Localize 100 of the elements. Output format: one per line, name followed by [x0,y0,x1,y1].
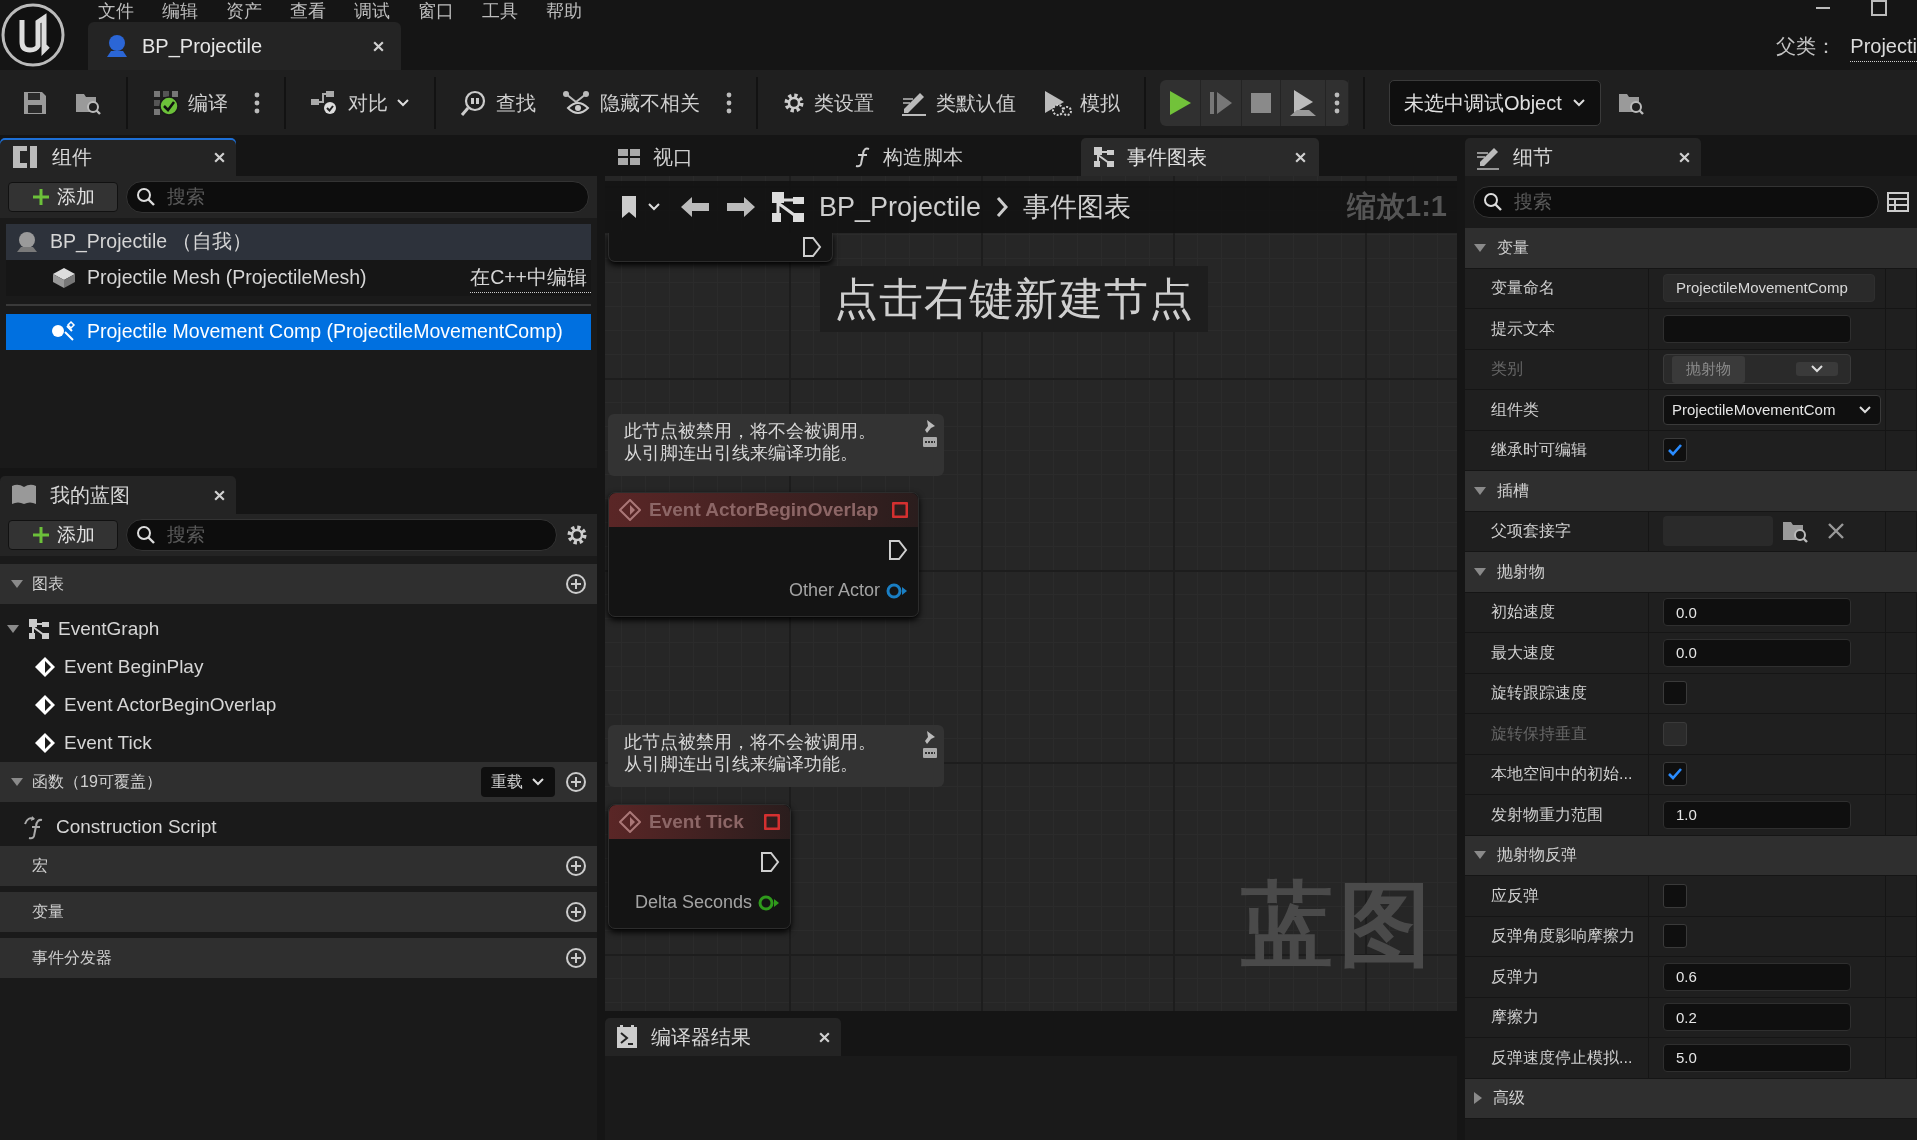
input-field[interactable]: 0.6 [1663,962,1851,991]
panel-tab[interactable]: 组件 [0,138,236,176]
input-field[interactable]: 0.0 [1663,598,1851,627]
add-circle-icon[interactable] [565,947,587,969]
back-arrow-icon[interactable] [679,195,711,219]
tree-item[interactable]: Construction Script [0,808,597,846]
input-field[interactable]: 1.0 [1663,800,1851,829]
menu-item[interactable]: 调试 [354,1,418,21]
find-button[interactable]: 查找 [450,83,546,122]
add-circle-icon[interactable] [565,855,587,877]
close-icon[interactable] [818,1030,831,1044]
tree-row[interactable]: Projectile Mesh (ProjectileMesh) 在C++中编辑 [6,260,591,296]
forward-arrow-icon[interactable] [725,195,757,219]
close-icon[interactable] [213,150,226,164]
editor-tab[interactable]: 构造脚本 [843,138,1081,176]
add-circle-icon[interactable] [565,771,587,793]
breadcrumb-link[interactable]: 事件图表 [1023,186,1132,228]
graph-node[interactable] [608,233,833,262]
expand-arrow-icon[interactable] [1473,566,1487,577]
close-icon[interactable] [1678,150,1691,164]
simulate-button[interactable]: 模拟 [1032,83,1130,122]
menu-item[interactable]: 编辑 [162,1,226,21]
expand-arrow-icon[interactable] [6,624,20,634]
document-tab[interactable]: BP_Projectile [88,22,401,70]
expand-arrow-icon[interactable] [1473,485,1487,496]
exec-pin-icon[interactable] [888,539,908,561]
more-icon [1334,90,1340,115]
class-defaults-button[interactable]: 类默认值 [890,83,1026,122]
search-icon [136,525,156,545]
tree-item[interactable]: Event Tick [0,724,597,762]
exec-pin-icon[interactable] [802,236,822,258]
property-label: 类别 [1491,359,1523,380]
menu-item[interactable]: 资产 [226,1,290,21]
tree-item[interactable]: Event BeginPlay [0,648,597,686]
close-icon[interactable] [372,39,385,53]
debug-object-dropdown[interactable]: 未选中调试Object [1389,79,1601,126]
find-icon [460,88,488,117]
settings-icon[interactable] [565,523,589,547]
pin-icon[interactable] [922,418,938,448]
panel-tab[interactable]: 细节 [1465,138,1701,176]
class-settings-button[interactable]: 类设置 [772,83,884,122]
expand-arrow-icon[interactable] [1473,850,1487,861]
panel-tab[interactable]: 我的蓝图 [0,476,236,514]
event-icon [619,811,641,833]
menu-item[interactable]: 窗口 [418,1,482,21]
table-view-icon[interactable] [1887,192,1909,212]
edit-in-cpp-link[interactable]: 在C++中编辑 [470,262,591,294]
expand-arrow-icon[interactable] [10,777,24,787]
input-field[interactable] [1663,314,1851,343]
tree-item[interactable]: EventGraph [0,610,597,648]
section-title: 宏 [32,856,48,876]
compile-button[interactable]: 编译 [142,83,238,122]
parent-class-link[interactable]: Projecti [1850,31,1917,62]
clear-icon[interactable] [1827,522,1845,541]
search-field[interactable]: 搜索 [1473,186,1879,218]
expand-arrow-icon[interactable] [1473,242,1487,253]
add-button[interactable]: 添加 [8,182,118,212]
property-label: 反弹力 [1491,966,1539,987]
tree-item[interactable]: Event ActorBeginOverlap [0,686,597,724]
property-label: 本地空间中的初始... [1491,764,1633,785]
panel-tab[interactable]: 编译器结果 [605,1018,841,1056]
add-button[interactable]: 添加 [8,520,118,550]
graph-icon[interactable] [771,191,805,223]
close-icon[interactable] [213,488,226,502]
checkbox[interactable] [1663,762,1687,787]
checkbox[interactable] [1663,924,1687,949]
tree-row[interactable]: Projectile Movement Comp (ProjectileMovementComp) [6,314,591,350]
section-title: 高级 [1493,1088,1525,1109]
input-field[interactable]: 0.0 [1663,638,1851,667]
checkbox[interactable] [1663,681,1687,706]
input-field[interactable]: 0.2 [1663,1003,1851,1032]
section-title: 函数（19可覆盖） [32,772,162,792]
expand-arrow-icon[interactable] [1473,1091,1483,1106]
exec-pin-icon[interactable] [760,851,780,873]
search-field[interactable]: 搜索 [126,519,557,551]
override-dropdown[interactable]: 重载 [481,767,555,797]
diff-button[interactable]: 对比 [300,83,420,122]
tree-row[interactable]: BP_Projectile （自我） [6,224,591,260]
add-circle-icon[interactable] [565,901,587,923]
maximize-icon[interactable] [1871,0,1887,16]
name-field[interactable]: ProjectileMovementComp [1663,274,1875,303]
close-icon[interactable] [1294,150,1307,164]
parent-class-label: 父类： [1776,34,1837,59]
editor-tab[interactable]: 视口 [605,138,843,176]
input-field[interactable]: 5.0 [1663,1043,1851,1072]
menu-item[interactable]: 查看 [290,1,354,21]
class-dropdown[interactable]: ProjectileMovementCom [1663,394,1881,425]
editor-tab[interactable]: 事件图表 [1081,138,1319,176]
menu-item[interactable]: 工具 [482,1,546,21]
search-field[interactable]: 搜索 [126,181,589,213]
menu-item[interactable]: 文件 [98,1,162,21]
comment-text: 此节点被禁用，将不会被调用。 [624,420,876,442]
menu-item[interactable]: 帮助 [546,1,610,21]
add-circle-icon[interactable] [565,573,587,595]
hide-unrelated-button[interactable]: 隐藏不相关 [552,83,710,122]
checkbox[interactable] [1663,883,1687,908]
checkbox[interactable] [1663,438,1687,463]
pin-icon[interactable] [922,729,938,759]
expand-arrow-icon[interactable] [10,579,24,589]
breadcrumb-link[interactable]: BP_Projectile [819,186,982,228]
